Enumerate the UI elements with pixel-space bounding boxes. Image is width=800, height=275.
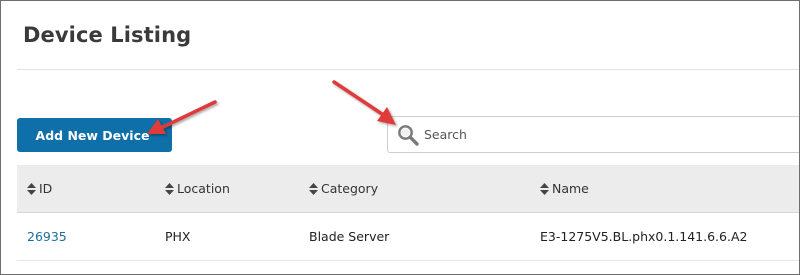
column-header-name[interactable]: Name bbox=[540, 165, 589, 212]
column-header-label: Name bbox=[552, 181, 589, 196]
title-divider bbox=[17, 69, 799, 70]
table-row: 26935 PHX Blade Server E3-1275V5.BL.phx0… bbox=[17, 213, 799, 261]
sort-icon bbox=[309, 182, 318, 195]
page-title: Device Listing bbox=[23, 23, 192, 47]
column-header-id[interactable]: ID bbox=[27, 165, 52, 212]
sort-icon bbox=[27, 182, 36, 195]
device-location-cell: PHX bbox=[165, 229, 191, 244]
column-header-label: ID bbox=[39, 181, 53, 196]
table-header-row: ID Location Category Name bbox=[17, 165, 799, 213]
sort-icon bbox=[540, 182, 549, 195]
device-category-cell: Blade Server bbox=[309, 229, 390, 244]
add-new-device-label: Add New Device bbox=[35, 127, 150, 143]
search-field[interactable] bbox=[387, 116, 799, 153]
column-header-label: Location bbox=[177, 181, 230, 196]
column-header-category[interactable]: Category bbox=[309, 165, 378, 212]
add-new-device-button[interactable]: Add New Device bbox=[17, 118, 172, 152]
search-icon bbox=[396, 123, 420, 147]
device-id-cell: 26935 bbox=[27, 213, 67, 260]
column-header-label: Category bbox=[321, 181, 379, 196]
column-header-location[interactable]: Location bbox=[165, 165, 230, 212]
sort-icon bbox=[165, 182, 174, 195]
search-input[interactable] bbox=[424, 117, 799, 152]
device-listing-panel: Device Listing Add New Device ID bbox=[0, 0, 800, 275]
device-name-cell: E3-1275V5.BL.phx0.1.141.6.6.A2 bbox=[540, 229, 748, 244]
device-id-link[interactable]: 26935 bbox=[27, 229, 67, 244]
